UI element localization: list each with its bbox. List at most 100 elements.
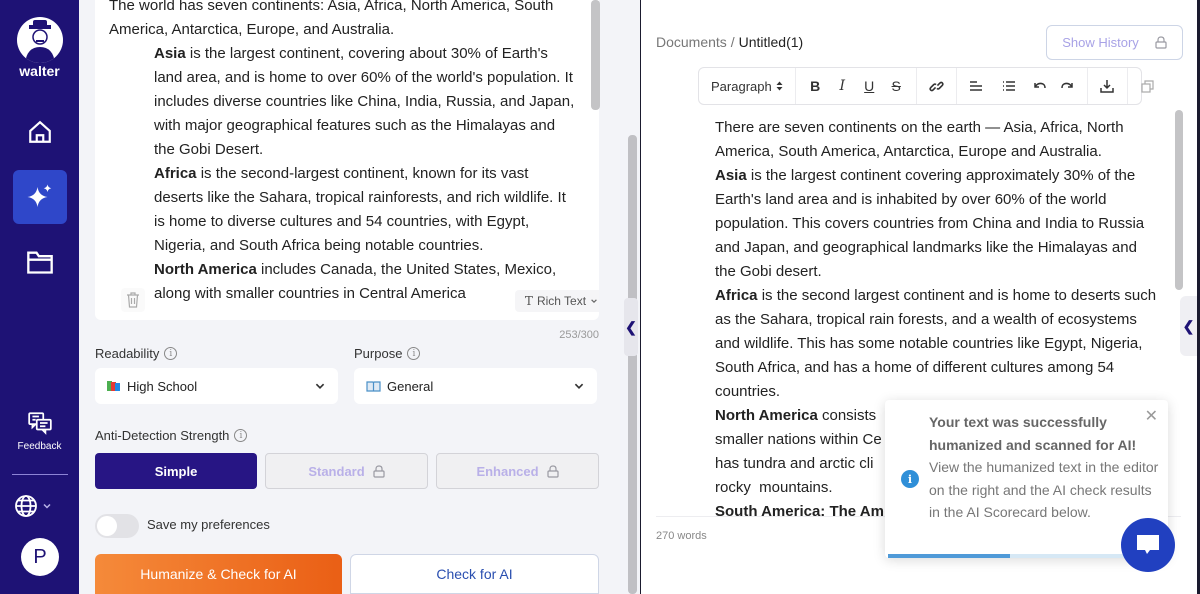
input-paragraph: Africa is the second-largest continent, …: [154, 165, 566, 254]
avatar[interactable]: P: [21, 538, 59, 576]
strikethrough-button[interactable]: S: [883, 73, 910, 99]
input-text-area[interactable]: The world has seven continents: Asia, Af…: [95, 0, 599, 320]
toast-progress-bar: [888, 554, 1158, 558]
editor-paragraph: Africa is the second largest continent a…: [715, 287, 1157, 400]
undo-button[interactable]: [1027, 73, 1054, 99]
underline-button[interactable]: U: [856, 73, 883, 99]
chat-button[interactable]: [1121, 518, 1175, 572]
strength-simple-button[interactable]: Simple: [95, 453, 257, 489]
chevron-down-icon: [574, 383, 584, 389]
bold-icon: B: [810, 78, 821, 94]
feedback-icon: [27, 412, 52, 435]
sidebar-item-humanizer[interactable]: [13, 170, 67, 224]
info-icon[interactable]: i: [407, 347, 421, 360]
italic-button[interactable]: I: [829, 73, 856, 99]
sidebar-divider: [12, 474, 68, 475]
feedback-button[interactable]: Feedback: [0, 410, 79, 452]
chat-icon: [1137, 535, 1159, 554]
walter-logo[interactable]: [17, 17, 63, 63]
purpose-label: Purpose i: [354, 346, 421, 361]
undo-icon: [1034, 82, 1046, 89]
redo-button[interactable]: [1054, 73, 1081, 99]
bullet-list-icon: [1003, 81, 1016, 91]
format-selector[interactable]: T Rich Text: [515, 290, 599, 312]
trash-icon: [127, 292, 139, 308]
clear-text-button[interactable]: [121, 288, 145, 312]
toast-message: View the humanized text in the editor on…: [929, 459, 1159, 520]
info-icon: i: [901, 470, 919, 488]
input-intro: The world has seven continents: Asia, Af…: [109, 0, 554, 38]
purpose-select[interactable]: General: [354, 368, 597, 404]
chevron-left-icon: ❮: [1182, 317, 1195, 334]
italic-icon: I: [839, 78, 845, 94]
globe-icon: [15, 495, 37, 517]
strength-label: Anti-Detection Strength i: [95, 428, 248, 443]
feedback-label: Feedback: [17, 441, 62, 452]
toggle-knob: [97, 516, 117, 536]
show-history-button[interactable]: Show History: [1046, 25, 1183, 60]
lock-icon: [1155, 36, 1167, 49]
save-preferences-label: Save my preferences: [147, 517, 270, 532]
sidebar-item-home[interactable]: [13, 105, 67, 159]
editor-paragraph: Asia is the largest continent covering a…: [715, 167, 1145, 280]
strength-enhanced-button[interactable]: Enhanced: [436, 453, 599, 489]
editor-paragraph: North America consists smaller nations w…: [715, 407, 882, 496]
editor-scrollbar[interactable]: [1175, 110, 1183, 290]
align-left-button[interactable]: [963, 73, 990, 99]
editor-intro: There are seven continents on the earth …: [715, 119, 1124, 160]
chevron-down-icon: [315, 383, 325, 389]
brand-name: walter: [19, 63, 60, 79]
check-for-ai-button[interactable]: Check for AI: [350, 554, 599, 594]
toast-progress-fill: [888, 554, 1010, 558]
align-left-icon: [970, 81, 983, 91]
home-icon: [29, 120, 51, 143]
lock-icon: [546, 464, 559, 478]
sparkle-icon: [27, 184, 52, 207]
input-scrollbar[interactable]: [591, 0, 600, 110]
chevron-left-icon: ❮: [625, 318, 637, 335]
input-paragraph: Asia is the largest continent, covering …: [154, 45, 575, 158]
sidebar-item-documents[interactable]: [13, 235, 67, 289]
input-text[interactable]: The world has seven continents: Asia, Af…: [109, 0, 579, 306]
copy-button[interactable]: [1134, 73, 1161, 99]
info-icon[interactable]: i: [234, 429, 248, 442]
language-selector[interactable]: [14, 494, 52, 518]
redo-icon: [1061, 82, 1073, 89]
folder-icon: [27, 251, 53, 274]
readability-label: Readability i: [95, 346, 178, 361]
panel-scrollbar[interactable]: [628, 135, 637, 594]
chevron-down-icon: [591, 299, 597, 304]
bold-button[interactable]: B: [802, 73, 829, 99]
expand-sidepanel-button[interactable]: ❮: [1180, 296, 1197, 356]
breadcrumb-current: Untitled(1): [738, 34, 804, 50]
strength-standard-button[interactable]: Standard: [265, 453, 428, 489]
download-button[interactable]: [1094, 73, 1121, 99]
strikethrough-icon: S: [891, 78, 901, 94]
text-format-icon: T: [524, 294, 533, 308]
breadcrumb-documents[interactable]: Documents /: [656, 34, 735, 50]
breadcrumb: Documents / Untitled(1): [656, 34, 803, 50]
humanize-check-button[interactable]: Humanize & Check for AI: [95, 554, 342, 594]
info-icon[interactable]: i: [164, 347, 178, 360]
collapse-panel-button[interactable]: ❮: [624, 298, 638, 356]
bullet-list-button[interactable]: [996, 73, 1023, 99]
humanizer-panel: The world has seven continents: Asia, Af…: [79, 0, 640, 594]
updown-icon: [776, 81, 783, 91]
chevron-down-icon: [43, 503, 51, 509]
download-icon: [1100, 80, 1114, 93]
copy-icon: [1141, 79, 1154, 93]
word-count: 270 words: [656, 530, 707, 542]
sidebar: walter Feedback P: [0, 0, 79, 594]
save-preferences-toggle[interactable]: [95, 514, 139, 538]
toast-title: Your text was successfully humanized and…: [929, 414, 1137, 453]
books-icon: [107, 380, 121, 392]
char-counter: 253/300: [559, 329, 599, 341]
link-button[interactable]: [923, 73, 950, 99]
readability-select[interactable]: High School: [95, 368, 338, 404]
editor-toolbar: Paragraph B I U S: [698, 67, 1154, 105]
toast-body: Your text was successfully humanized and…: [929, 411, 1159, 524]
book-icon: [366, 380, 381, 392]
lock-icon: [373, 464, 385, 478]
input-paragraph: North America includes Canada, the Unite…: [154, 261, 557, 302]
paragraph-select[interactable]: Paragraph: [705, 79, 789, 94]
